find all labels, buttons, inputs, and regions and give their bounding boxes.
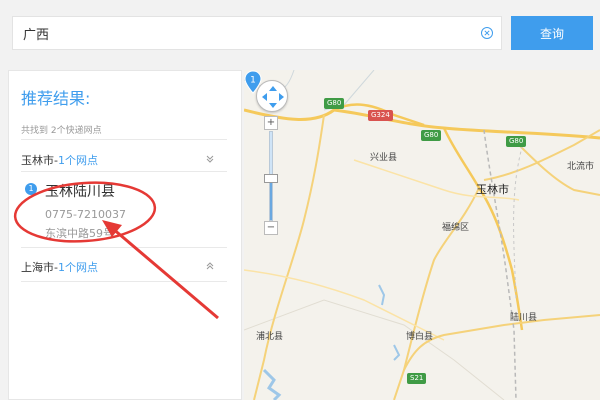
divider [21,139,227,140]
highway-shield-g80: G80 [506,136,527,147]
store-phone: 0775-7210037 [45,208,126,221]
store-list-item[interactable]: 1 玉林陆川县 0775-7210037 东滨中路59号 [21,177,227,243]
map-railway [513,139,525,301]
search-input[interactable] [23,17,473,49]
store-name[interactable]: 玉林陆川县 [45,181,115,201]
map-label-beiliu: 北流市 [567,162,595,172]
map-label-pubei: 浦北县 [256,332,284,342]
highway-shield-g80: G80 [421,130,442,141]
map-road [403,314,600,371]
map-canvas [244,70,600,400]
map-water [393,344,401,361]
map-marker-label: 1 [250,76,256,86]
map-label-yulin: 玉林市 [476,183,509,196]
zoom-out-button[interactable]: − [264,221,278,235]
map-border-line [244,299,505,400]
highway-shield-g80: G80 [324,98,345,109]
map-water [378,284,386,306]
map-label-luchuan: 陆川县 [510,313,538,323]
map-marker-icon[interactable]: 1 [244,70,262,94]
divider [21,247,227,248]
clear-icon[interactable] [480,26,494,40]
city-count-link[interactable]: 1个网点 [58,261,98,274]
city-group-shanghai[interactable]: 上海市-1个网点 [21,259,227,277]
divider [21,171,227,172]
zoom-slider-fill [270,178,272,220]
results-count: 共找到 2个快递网点 [21,126,102,136]
zoom-slider-handle[interactable] [264,174,278,183]
map-view[interactable]: 兴业县 玉林市 北流市 福绵区 浦北县 博白县 陆川县 G80 G324 G80… [244,70,600,400]
map-label-fumian: 福绵区 [442,223,470,233]
divider [21,281,227,282]
highway-shield-g324: G324 [368,110,393,121]
search-button[interactable]: 查询 [511,16,593,50]
chevron-down-icon[interactable] [205,154,215,164]
city-name: 玉林市- [21,154,58,167]
chevron-up-icon[interactable] [205,261,215,271]
zoom-in-button[interactable]: + [264,116,278,130]
store-address: 东滨中路59号 [45,227,114,240]
highway-shield-s21: S21 [407,373,427,384]
results-title: 推荐结果: [21,89,91,108]
search-bar: 查询 [0,0,600,68]
city-group-yulin[interactable]: 玉林市-1个网点 [21,152,227,170]
city-count-link[interactable]: 1个网点 [58,154,98,167]
map-label-xingye: 兴业县 [370,153,398,163]
store-index-badge: 1 [25,183,37,195]
results-panel: 推荐结果: 共找到 2个快递网点 玉林市-1个网点 1 玉林陆川县 0775-7… [8,70,242,400]
city-name: 上海市- [21,261,58,274]
map-water [262,368,282,400]
map-label-bobai: 博白县 [406,332,434,342]
map-road [253,114,325,400]
search-box[interactable] [12,16,502,50]
